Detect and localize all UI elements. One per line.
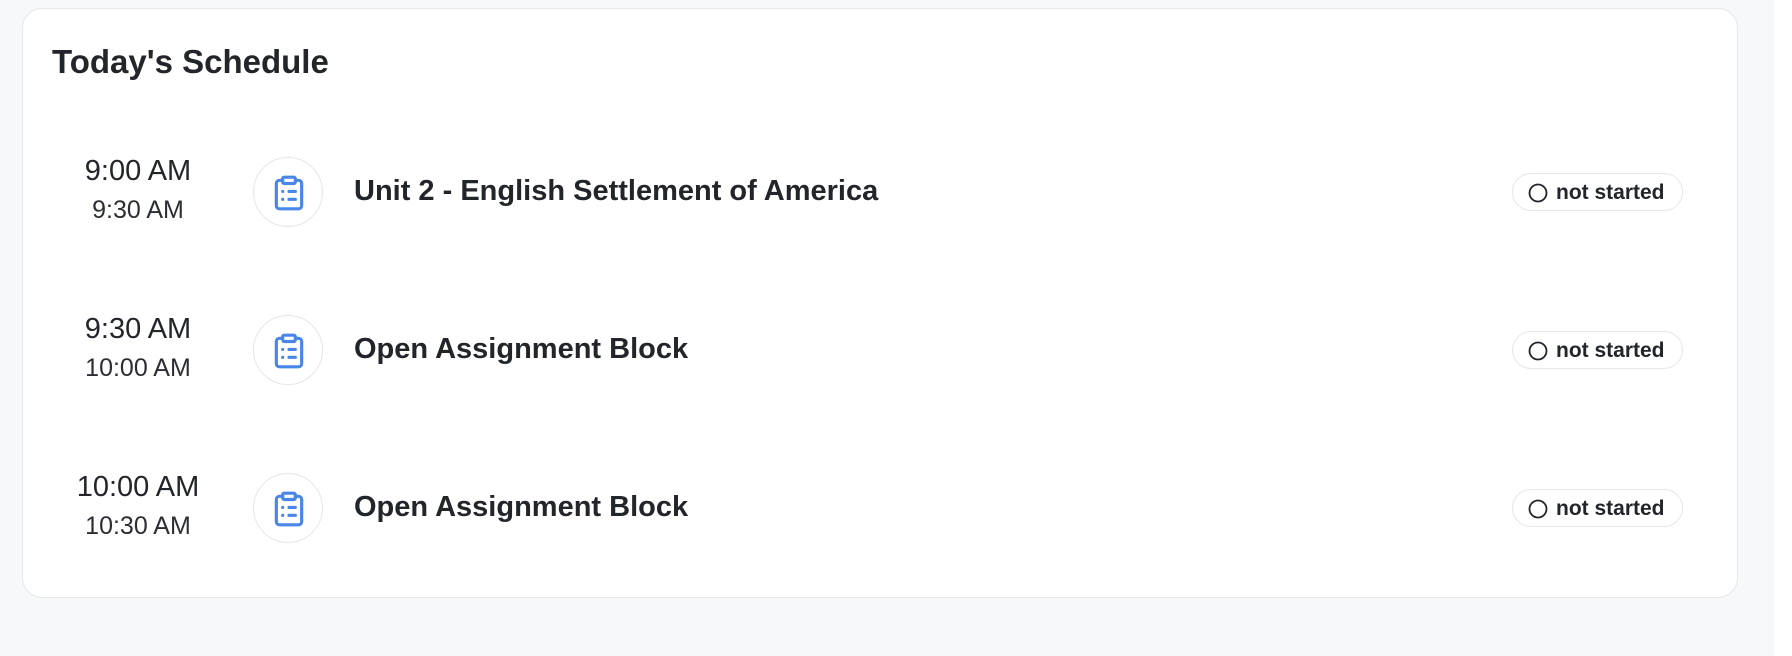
time-range: 9:00 AM 9:30 AM bbox=[63, 121, 213, 265]
schedule-item[interactable]: 10:00 AM 10:30 AM Open Assignment Block bbox=[23, 437, 1737, 595]
schedule-item[interactable]: 9:30 AM 10:00 AM Open Assignment Block n… bbox=[23, 279, 1737, 437]
circle-outline-icon bbox=[1528, 341, 1548, 361]
time-range: 10:00 AM 10:30 AM bbox=[63, 437, 213, 581]
clipboard-list-icon bbox=[253, 157, 323, 227]
clipboard-list-icon bbox=[253, 315, 323, 385]
status-badge: not started bbox=[1512, 331, 1683, 369]
start-time: 9:00 AM bbox=[84, 155, 192, 187]
start-time: 10:00 AM bbox=[76, 471, 200, 503]
schedule-title: Today's Schedule bbox=[52, 43, 329, 80]
item-title[interactable]: Open Assignment Block bbox=[354, 493, 688, 522]
schedule-item[interactable]: 9:00 AM 9:30 AM Unit 2 - English Settlem… bbox=[23, 121, 1737, 279]
end-time: 10:30 AM bbox=[85, 512, 191, 540]
end-time: 9:30 AM bbox=[92, 196, 184, 224]
schedule-list: 9:00 AM 9:30 AM Unit 2 - English Settlem… bbox=[23, 121, 1737, 595]
circle-outline-icon bbox=[1528, 499, 1548, 519]
item-title[interactable]: Open Assignment Block bbox=[354, 335, 688, 364]
item-title[interactable]: Unit 2 - English Settlement of America bbox=[354, 177, 878, 206]
status-label: not started bbox=[1556, 339, 1665, 362]
end-time: 10:00 AM bbox=[85, 354, 191, 382]
schedule-card: Today's Schedule 9:00 AM 9:30 AM Unit 2 … bbox=[22, 8, 1738, 598]
page-scroll-area bbox=[1774, 0, 1792, 656]
clipboard-list-icon bbox=[253, 473, 323, 543]
status-badge: not started bbox=[1512, 489, 1683, 527]
time-range: 9:30 AM 10:00 AM bbox=[63, 279, 213, 423]
start-time: 9:30 AM bbox=[84, 313, 192, 345]
status-label: not started bbox=[1556, 497, 1665, 520]
status-badge: not started bbox=[1512, 173, 1683, 211]
status-label: not started bbox=[1556, 181, 1665, 204]
circle-outline-icon bbox=[1528, 183, 1548, 203]
